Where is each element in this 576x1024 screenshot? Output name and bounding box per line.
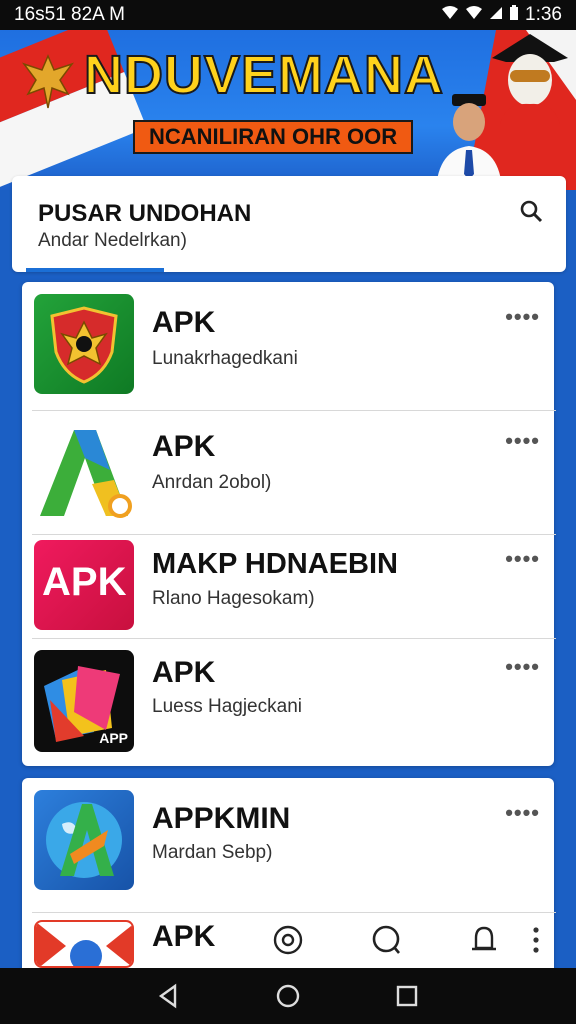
app-cards-icon: APP <box>34 650 134 752</box>
app-badge-label: APP <box>99 730 128 746</box>
app-title: APK <box>152 656 216 689</box>
page-title: PUSAR UNDOHAN <box>38 200 252 227</box>
more-options-icon[interactable]: •••• <box>505 428 540 454</box>
battery-icon <box>509 4 519 26</box>
page-header: PUSAR UNDOHAN Andar Nedelrkan) <box>12 176 566 272</box>
home-icon[interactable] <box>274 982 302 1010</box>
banner-subtitle: NCANILIRAN OHR OOR <box>133 120 414 154</box>
tab-indicator <box>26 268 164 272</box>
app-title: APPKMIN <box>152 802 291 835</box>
bell-icon[interactable] <box>466 922 502 958</box>
wifi-icon <box>465 5 483 25</box>
back-icon[interactable] <box>155 982 183 1010</box>
cell-signal-icon <box>489 6 503 25</box>
more-options-icon[interactable]: •••• <box>505 800 540 826</box>
divider <box>32 410 556 411</box>
app-title: MAKP HDNAEBIN <box>152 548 398 580</box>
app-title: APK <box>152 306 216 339</box>
promo-banner[interactable]: NDUVEMANA NCANILIRAN OHR OOR <box>0 30 576 190</box>
system-nav-bar <box>0 968 576 1024</box>
list-item[interactable]: APP APK Luess Hagjeckani •••• <box>22 644 554 760</box>
banner-title: NDUVEMANA <box>83 44 444 106</box>
more-options-icon[interactable]: •••• <box>505 546 540 572</box>
app-subtitle: Rlano Hagesokam) <box>152 588 315 609</box>
apk-text-icon: APK <box>34 540 134 630</box>
app-subtitle: Mardan Sebp) <box>152 842 273 863</box>
bottom-tab-bar <box>22 912 554 968</box>
app-list-card: APK Lunakrhagedkani •••• APK Anrdan 2obo… <box>22 282 556 766</box>
search-icon[interactable] <box>518 198 544 224</box>
letter-a-icon <box>34 424 134 524</box>
garuda-emblem-icon <box>21 54 75 109</box>
list-item[interactable]: APK Lunakrhagedkani •••• <box>22 292 554 410</box>
more-options-icon[interactable]: •••• <box>505 304 540 330</box>
more-vertical-icon[interactable] <box>522 922 550 958</box>
app-subtitle: Lunakrhagedkani <box>152 348 298 369</box>
status-time: 1:36 <box>525 4 562 25</box>
page-subtitle: Andar Nedelrkan) <box>38 230 187 251</box>
divider <box>32 534 556 535</box>
apk-badge-label: APK <box>42 560 127 604</box>
chat-icon[interactable] <box>368 922 404 958</box>
status-bar: 16s51 82A M 1:36 <box>0 0 576 30</box>
emblem-shield-icon <box>34 294 134 394</box>
app-subtitle: Anrdan 2obol) <box>152 472 272 493</box>
list-item[interactable]: APK Anrdan 2obol) •••• <box>22 416 554 534</box>
divider <box>32 638 556 639</box>
list-item[interactable]: APPKMIN Mardan Sebp) •••• <box>22 788 554 906</box>
more-options-icon[interactable]: •••• <box>505 654 540 680</box>
status-icons: 1:36 <box>441 4 562 26</box>
signal-icon <box>441 5 459 25</box>
map-a-icon <box>34 790 134 890</box>
app-title: APK <box>152 430 216 463</box>
app-subtitle: Luess Hagjeckani <box>152 696 302 717</box>
masked-figure-icon <box>492 34 568 124</box>
status-left-text: 16s51 82A M <box>14 4 125 25</box>
recents-icon[interactable] <box>393 982 421 1010</box>
compass-icon[interactable] <box>270 922 306 958</box>
list-item[interactable]: APK MAKP HDNAEBIN Rlano Hagesokam) •••• <box>22 538 554 642</box>
